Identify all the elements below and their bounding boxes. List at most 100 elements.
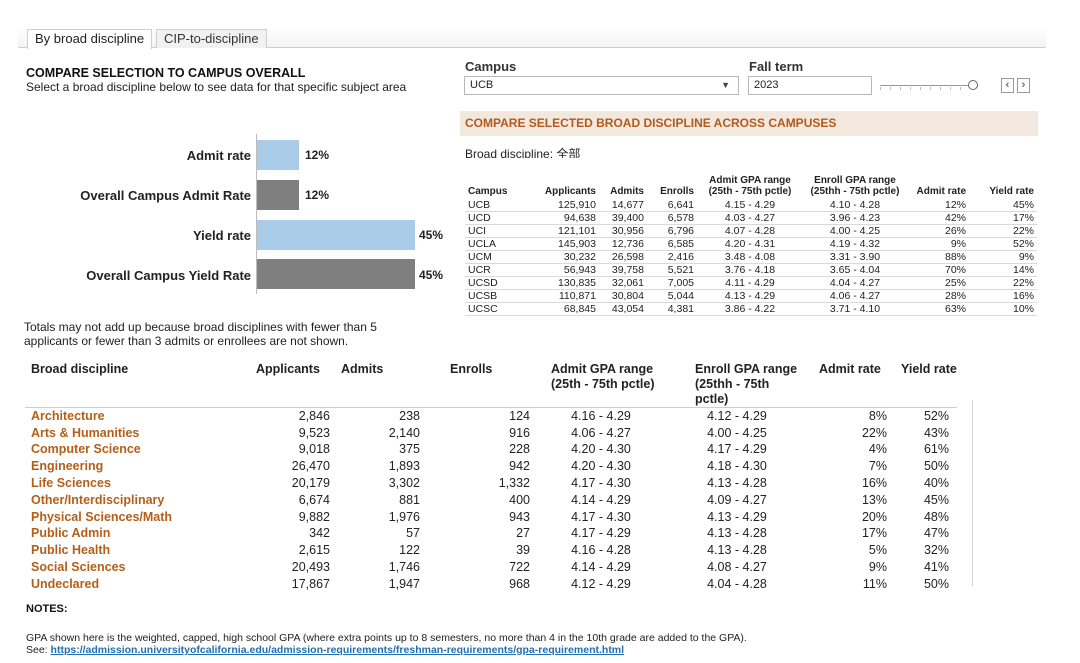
- table-cell: 43%: [923, 425, 949, 440]
- table-cell: 17,867: [291, 576, 330, 591]
- col-applicants[interactable]: Applicants: [527, 175, 599, 199]
- table-row[interactable]: UCM 30,232 26,598 2,416 3.48 - 4.08 3.31 - 3.…: [465, 250, 1037, 265]
- col-admit-gpa-range[interactable]: Admit GPA range (25th - 75th pctle): [530, 362, 672, 408]
- discipline-name[interactable]: Life Sciences: [25, 475, 220, 492]
- table-row[interactable]: UCSC 68,845 43,054 4,381 3.86 - 4.22 3.71 - 4…: [465, 302, 1037, 317]
- table-cell: 6,578: [647, 211, 697, 226]
- table-cell: 7%: [868, 459, 887, 474]
- table-cell: UCLA: [465, 237, 527, 252]
- bar-value-admit-rate: 12%: [305, 148, 330, 162]
- next-term-button[interactable]: ›: [1017, 78, 1030, 93]
- bar-overall-admit-rate[interactable]: [257, 180, 299, 210]
- table-cell: 9%: [969, 250, 1037, 265]
- table-cell: 4.20 - 4.30: [571, 459, 631, 474]
- col-campus[interactable]: Campus: [465, 175, 527, 199]
- col-admit-gpa-range[interactable]: Admit GPA range (25th - 75th pctle): [697, 175, 803, 199]
- tab-cip-to-discipline[interactable]: CIP-to-discipline: [156, 29, 267, 48]
- table-cell: 4.13 - 4.28: [707, 476, 767, 491]
- table-cell: 1,746: [388, 560, 420, 575]
- table-cell: 12,736: [599, 237, 647, 252]
- table-row[interactable]: UCR 56,943 39,758 5,521 3.76 - 4.18 3.65 - 4.…: [465, 263, 1037, 278]
- col-admit-rate[interactable]: Admit rate: [802, 362, 887, 408]
- table-row[interactable]: UCSB 110,871 30,804 5,044 4.13 - 4.29 4.06 - …: [465, 289, 1037, 304]
- col-enrolls[interactable]: Enrolls: [647, 175, 697, 199]
- table-cell: 722: [509, 560, 530, 575]
- gpa-requirement-link[interactable]: https://admission.universityofcalifornia…: [51, 644, 625, 656]
- term-slider[interactable]: [880, 80, 978, 90]
- table-cell: 4.03 - 4.27: [697, 211, 803, 226]
- table-row[interactable]: Undeclared 17,867 1,947 968 4.12 - 4.29 4.04 …: [25, 575, 957, 592]
- table-row[interactable]: UCD 94,638 39,400 6,578 4.03 - 4.27 3.96 - 4.…: [465, 211, 1037, 226]
- table-cell: 45%: [969, 199, 1037, 213]
- discipline-name[interactable]: Computer Science: [25, 441, 220, 458]
- table-cell: 4.08 - 4.27: [707, 560, 767, 575]
- discipline-name[interactable]: Physical Sciences/Math: [25, 508, 220, 525]
- bar-label-yield-rate: Yield rate: [192, 228, 251, 243]
- col-enroll-gpa-range[interactable]: Enroll GPA range (25thh - 75th pctle): [672, 362, 802, 408]
- table-row[interactable]: Engineering 26,470 1,893 942 4.20 - 4.30 4.18…: [25, 458, 957, 475]
- table-cell: 4.04 - 4.27: [803, 276, 907, 291]
- table-row[interactable]: Other/Interdisciplinary 6,674 881 400 4.14 -…: [25, 491, 957, 508]
- table-cell: 4.15 - 4.29: [697, 199, 803, 213]
- table-row[interactable]: Life Sciences 20,179 3,302 1,332 4.17 - 4.30…: [25, 475, 957, 492]
- table-row[interactable]: UCB 125,910 14,677 6,641 4.15 - 4.29 4.10 - 4…: [465, 199, 1037, 213]
- table-cell: 2,416: [647, 250, 697, 265]
- table-cell: 4.14 - 4.29: [571, 492, 631, 507]
- tab-by-broad-discipline[interactable]: By broad discipline: [27, 29, 153, 49]
- table-cell: 1,947: [388, 576, 420, 591]
- table-row[interactable]: Computer Science 9,018 375 228 4.20 - 4.30 4.…: [25, 441, 957, 458]
- discipline-name[interactable]: Arts & Humanities: [25, 424, 220, 441]
- table-cell: 2,615: [298, 543, 330, 558]
- table-cell: 61%: [923, 442, 949, 457]
- col-enroll-gpa-range[interactable]: Enroll GPA range (25thh - 75th pctle): [803, 175, 907, 199]
- table-row[interactable]: UCI 121,101 30,956 6,796 4.07 - 4.28 4.00 - 4…: [465, 224, 1037, 239]
- table-row[interactable]: UCSD 130,835 32,061 7,005 4.11 - 4.29 4.04 - …: [465, 276, 1037, 291]
- discipline-name[interactable]: Other/Interdisciplinary: [25, 491, 220, 508]
- table-row[interactable]: Social Sciences 20,493 1,746 722 4.14 - 4.29…: [25, 559, 957, 576]
- table-row[interactable]: Public Health 2,615 122 39 4.16 - 4.28 4.13 -…: [25, 542, 957, 559]
- table-cell: 4.10 - 4.28: [803, 199, 907, 213]
- discipline-name[interactable]: Social Sciences: [25, 559, 220, 576]
- bar-overall-yield-rate[interactable]: [257, 259, 415, 289]
- col-yield-rate[interactable]: Yield rate: [969, 175, 1037, 199]
- chevron-right-icon: ›: [1021, 79, 1026, 91]
- previous-term-button[interactable]: ‹: [1001, 78, 1014, 93]
- table-row[interactable]: Arts & Humanities 9,523 2,140 916 4.06 - 4.2…: [25, 424, 957, 441]
- discipline-name[interactable]: Public Health: [25, 542, 220, 559]
- table-cell: 52%: [969, 237, 1037, 252]
- table-cell: 968: [509, 576, 530, 591]
- table-row[interactable]: Architecture 2,846 238 124 4.16 - 4.29 4.12 -…: [25, 407, 957, 425]
- col-broad-discipline[interactable]: Broad discipline: [25, 362, 220, 408]
- table-cell: 17%: [969, 211, 1037, 226]
- table-cell: 9%: [868, 560, 887, 575]
- table-cell: 13%: [861, 492, 887, 507]
- discipline-name[interactable]: Public Admin: [25, 525, 220, 542]
- table-cell: 68,845: [527, 302, 599, 317]
- bar-admit-rate[interactable]: [257, 140, 299, 170]
- col-admits[interactable]: Admits: [599, 175, 647, 199]
- col-applicants[interactable]: Applicants: [220, 362, 330, 408]
- campus-select[interactable]: UCB ▼: [464, 76, 739, 95]
- bar-value-overall-yield-rate: 45%: [419, 268, 444, 282]
- table-cell: 22%: [969, 224, 1037, 239]
- table-cell: 26%: [907, 224, 969, 239]
- col-yield-rate[interactable]: Yield rate: [887, 362, 957, 408]
- table-cell: 26,470: [291, 459, 330, 474]
- bar-yield-rate[interactable]: [257, 220, 415, 250]
- table-row[interactable]: Physical Sciences/Math 9,882 1,976 943 4.17 …: [25, 508, 957, 525]
- table-cell: 14,677: [599, 199, 647, 213]
- discipline-name[interactable]: Architecture: [25, 407, 220, 425]
- col-enrolls[interactable]: Enrolls: [420, 362, 530, 408]
- table-row[interactable]: Public Admin 342 57 27 4.17 - 4.29 4.13 - 4.2…: [25, 525, 957, 542]
- discipline-name[interactable]: Engineering: [25, 458, 220, 475]
- slider-handle[interactable]: [968, 80, 978, 90]
- table-cell: 4.13 - 4.28: [707, 543, 767, 558]
- table-cell: 6,674: [298, 492, 330, 507]
- col-admit-rate[interactable]: Admit rate: [907, 175, 969, 199]
- table-cell: 4.04 - 4.28: [707, 576, 767, 591]
- table-cell: 400: [509, 492, 530, 507]
- term-input[interactable]: 2023: [748, 76, 872, 95]
- discipline-name[interactable]: Undeclared: [25, 575, 220, 592]
- table-row[interactable]: UCLA 145,903 12,736 6,585 4.20 - 4.31 4.19 - …: [465, 237, 1037, 252]
- col-admits[interactable]: Admits: [330, 362, 420, 408]
